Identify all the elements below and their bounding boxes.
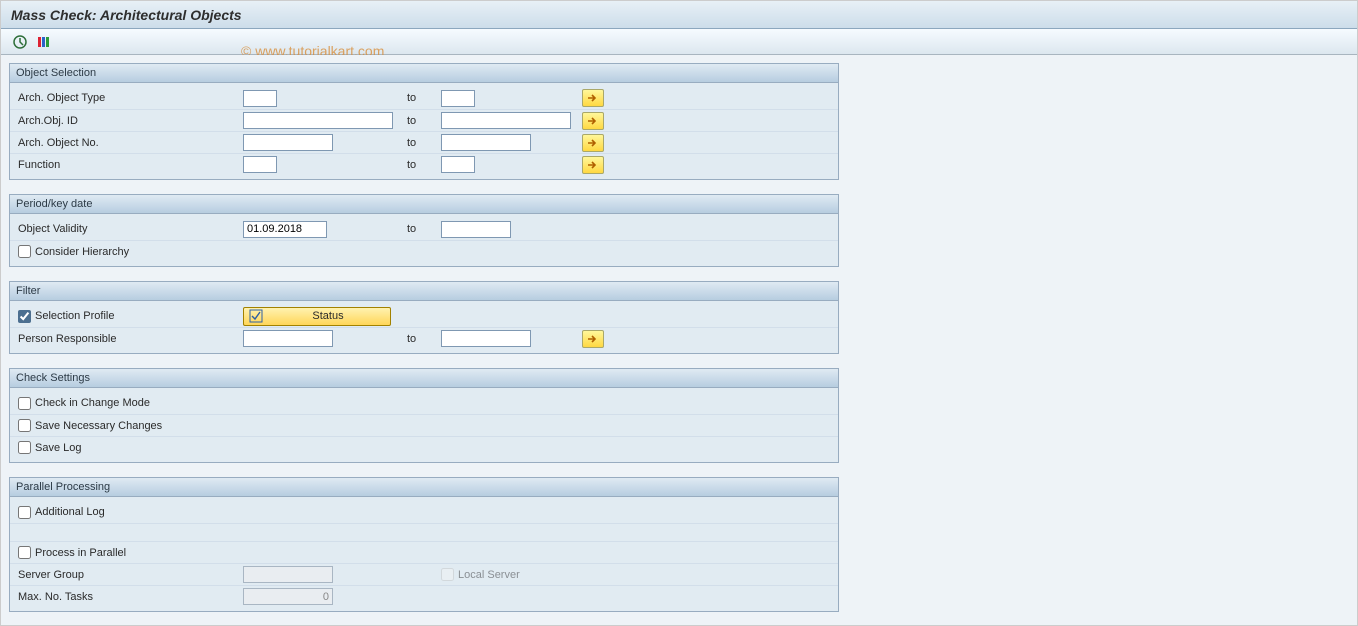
person-responsible-from[interactable] <box>243 330 333 347</box>
row-arch-object-no: Arch. Object No. to <box>10 131 838 153</box>
label-arch-object-type: Arch. Object Type <box>18 92 105 104</box>
check-change-mode-input[interactable] <box>18 397 31 410</box>
page-title: Mass Check: Architectural Objects <box>11 7 242 23</box>
row-person-responsible: Person Responsible to <box>10 327 838 349</box>
label-object-validity: Object Validity <box>18 223 88 235</box>
arch-obj-id-from[interactable] <box>243 112 393 129</box>
consider-hierarchy-checkbox[interactable]: Consider Hierarchy <box>18 245 243 258</box>
save-log-input[interactable] <box>18 441 31 454</box>
row-consider-hierarchy: Consider Hierarchy <box>10 240 838 262</box>
function-to[interactable] <box>441 156 475 173</box>
group-title-check-settings: Check Settings <box>10 369 838 388</box>
label-max-no-tasks: Max. No. Tasks <box>18 591 93 603</box>
additional-log-input[interactable] <box>18 506 31 519</box>
arch-object-no-from[interactable] <box>243 134 333 151</box>
object-validity-from[interactable] <box>243 221 327 238</box>
save-log-checkbox[interactable]: Save Log <box>18 441 243 454</box>
arch-object-type-to[interactable] <box>441 90 475 107</box>
max-no-tasks-input <box>243 588 333 605</box>
label-arch-object-no: Arch. Object No. <box>18 137 99 149</box>
label-arch-obj-id: Arch.Obj. ID <box>18 115 78 127</box>
group-title-object-selection: Object Selection <box>10 64 838 83</box>
row-arch-object-type: Arch. Object Type to <box>10 87 838 109</box>
object-validity-to[interactable] <box>441 221 511 238</box>
save-necessary-changes-input[interactable] <box>18 419 31 432</box>
check-change-mode-checkbox[interactable]: Check in Change Mode <box>18 397 243 410</box>
app-toolbar <box>1 29 1357 55</box>
label-person-responsible: Person Responsible <box>18 333 116 345</box>
process-parallel-checkbox[interactable]: Process in Parallel <box>18 546 243 559</box>
row-server-group: Server Group Local Server <box>10 563 838 585</box>
main-scroll[interactable]: Object Selection Arch. Object Type to Ar… <box>1 55 1357 625</box>
status-button-label: Status <box>270 310 386 322</box>
consider-hierarchy-label: Consider Hierarchy <box>35 246 129 258</box>
row-check-change-mode: Check in Change Mode <box>10 392 838 414</box>
local-server-checkbox: Local Server <box>441 568 576 581</box>
to-label: to <box>407 137 416 149</box>
label-server-group: Server Group <box>18 569 84 581</box>
group-title-filter: Filter <box>10 282 838 301</box>
label-function: Function <box>18 159 60 171</box>
to-label: to <box>407 92 416 104</box>
variant-icon[interactable] <box>35 33 53 51</box>
multiselect-function[interactable] <box>582 156 604 174</box>
titlebar: Mass Check: Architectural Objects <box>1 1 1357 29</box>
row-max-no-tasks: Max. No. Tasks <box>10 585 838 607</box>
group-title-parallel: Parallel Processing <box>10 478 838 497</box>
selection-profile-input[interactable] <box>18 310 31 323</box>
group-check-settings: Check Settings Check in Change Mode Save… <box>9 368 839 463</box>
to-label: to <box>407 223 416 235</box>
save-necessary-changes-label: Save Necessary Changes <box>35 420 162 432</box>
multiselect-arch-object-no[interactable] <box>582 134 604 152</box>
group-object-selection: Object Selection Arch. Object Type to Ar… <box>9 63 839 180</box>
status-select-icon <box>248 308 264 324</box>
process-parallel-label: Process in Parallel <box>35 547 126 559</box>
selection-profile-checkbox[interactable]: Selection Profile <box>18 310 243 323</box>
multiselect-arch-obj-id[interactable] <box>582 112 604 130</box>
save-log-label: Save Log <box>35 442 81 454</box>
execute-icon[interactable] <box>11 33 29 51</box>
local-server-label: Local Server <box>458 569 520 581</box>
row-spacer <box>10 523 838 541</box>
row-arch-obj-id: Arch.Obj. ID to <box>10 109 838 131</box>
row-process-parallel: Process in Parallel <box>10 541 838 563</box>
local-server-input <box>441 568 454 581</box>
consider-hierarchy-input[interactable] <box>18 245 31 258</box>
group-period: Period/key date Object Validity to Consi… <box>9 194 839 267</box>
status-button[interactable]: Status <box>243 307 391 326</box>
arch-object-type-from[interactable] <box>243 90 277 107</box>
row-additional-log: Additional Log <box>10 501 838 523</box>
multiselect-arch-object-type[interactable] <box>582 89 604 107</box>
check-change-mode-label: Check in Change Mode <box>35 397 150 409</box>
row-object-validity: Object Validity to <box>10 218 838 240</box>
server-group-input <box>243 566 333 583</box>
to-label: to <box>407 333 416 345</box>
save-necessary-changes-checkbox[interactable]: Save Necessary Changes <box>18 419 243 432</box>
group-title-period: Period/key date <box>10 195 838 214</box>
arch-object-no-to[interactable] <box>441 134 531 151</box>
function-from[interactable] <box>243 156 277 173</box>
process-parallel-input[interactable] <box>18 546 31 559</box>
multiselect-person-responsible[interactable] <box>582 330 604 348</box>
selection-profile-label: Selection Profile <box>35 310 115 322</box>
to-label: to <box>407 115 416 127</box>
row-function: Function to <box>10 153 838 175</box>
row-selection-profile: Selection Profile Status <box>10 305 838 327</box>
screen: Mass Check: Architectural Objects © www.… <box>0 0 1358 626</box>
additional-log-checkbox[interactable]: Additional Log <box>18 506 243 519</box>
person-responsible-to[interactable] <box>441 330 531 347</box>
group-filter: Filter Selection Profile Status <box>9 281 839 354</box>
row-save-necessary-changes: Save Necessary Changes <box>10 414 838 436</box>
additional-log-label: Additional Log <box>35 506 105 518</box>
group-parallel: Parallel Processing Additional Log Proce… <box>9 477 839 612</box>
row-save-log: Save Log <box>10 436 838 458</box>
to-label: to <box>407 159 416 171</box>
arch-obj-id-to[interactable] <box>441 112 571 129</box>
